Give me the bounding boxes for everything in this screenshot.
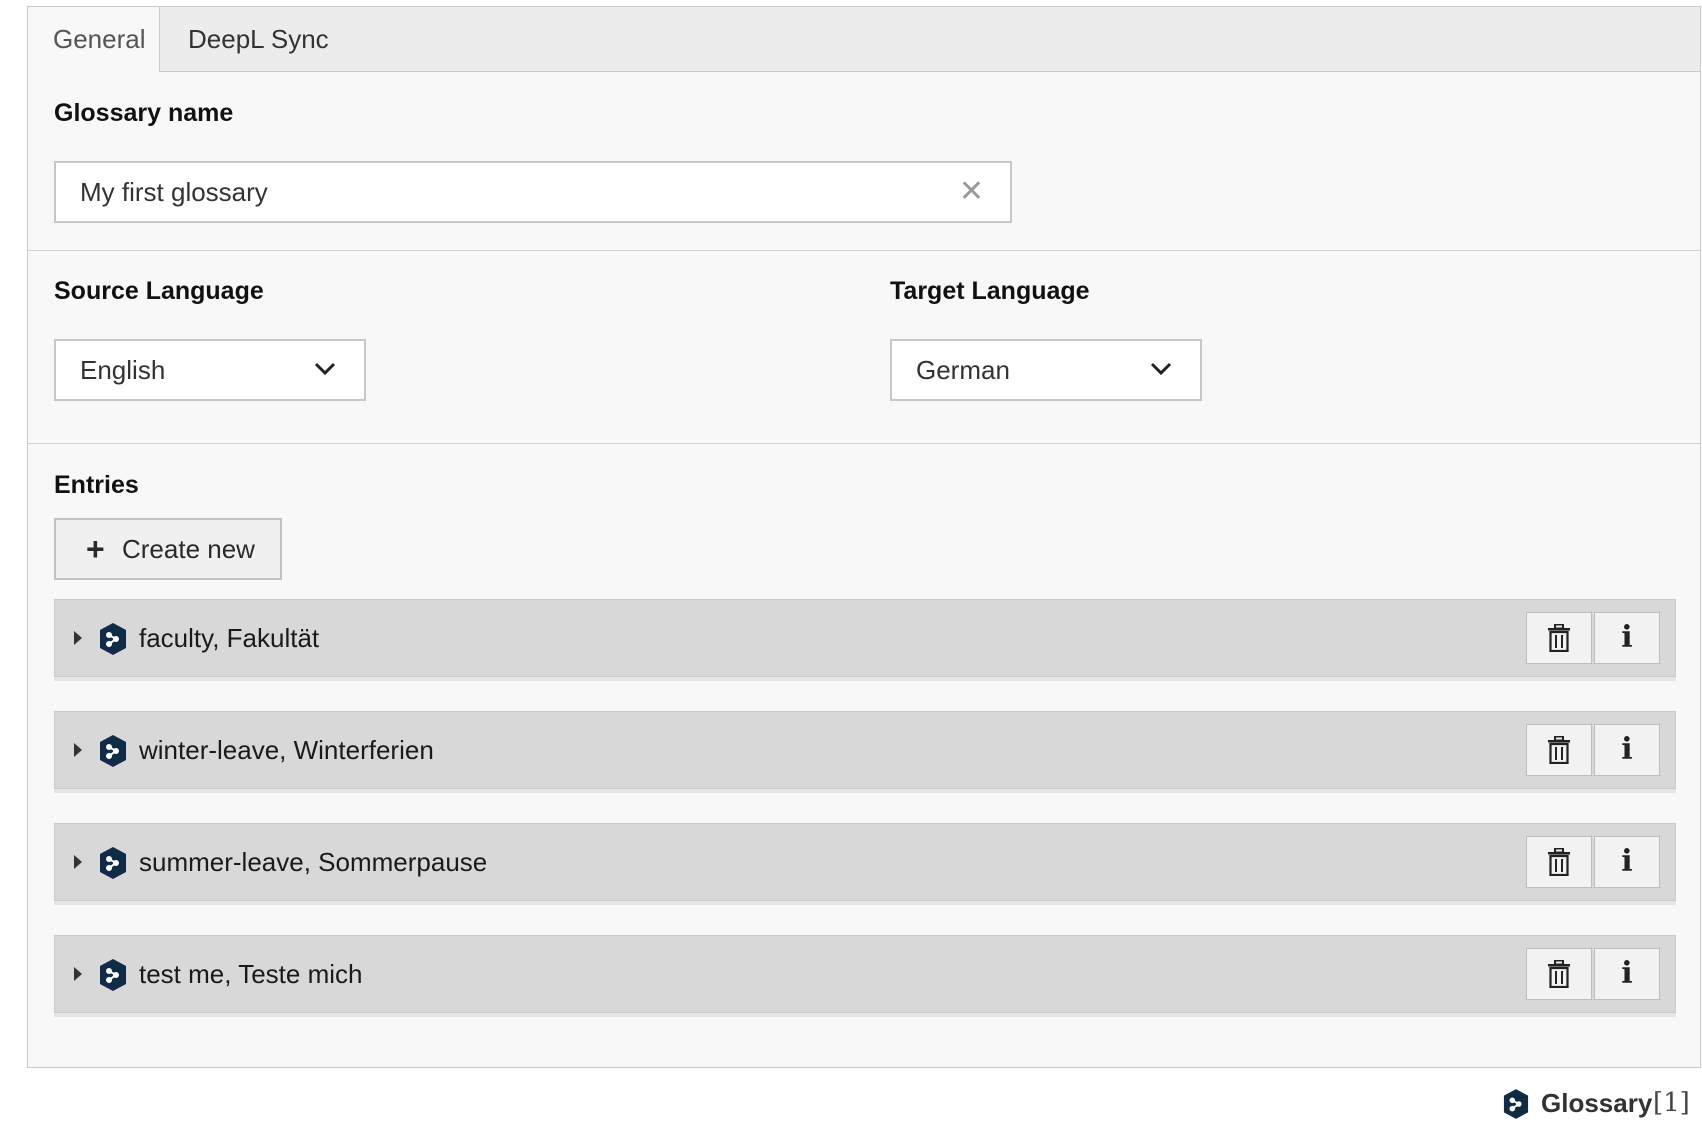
caret-right-icon[interactable] [74,855,82,869]
tab-deepl-sync[interactable]: DeepL Sync [163,7,354,71]
glossary-name-label: Glossary name [54,99,234,127]
target-language-select[interactable]: German [890,339,1202,401]
info-icon: i [1621,620,1633,655]
deepl-logo-icon [100,623,126,655]
source-language-value: English [80,355,166,385]
info-button[interactable]: i [1594,612,1660,664]
plus-icon: + [86,531,105,567]
info-button[interactable]: i [1594,724,1660,776]
record-footer: Glossary [1] [1503,1085,1698,1121]
section-divider [28,250,1700,251]
glossary-name-input[interactable]: My first glossary ✕ [54,161,1012,223]
delete-button[interactable] [1526,612,1592,664]
record-uid: [1] [1653,1088,1690,1118]
entries-label: Entries [54,471,139,499]
create-new-button[interactable]: + Create new [54,518,282,580]
glossary-form-panel: General DeepL Sync Glossary name My firs… [27,6,1701,1068]
trash-icon [1548,960,1570,988]
entry-row: faculty, Fakultät i [54,599,1676,677]
entry-row: winter-leave, Winterferien i [54,711,1676,789]
deepl-logo-icon [100,847,126,879]
info-icon: i [1621,956,1633,991]
record-type-label: Glossary [1541,1088,1653,1118]
delete-button[interactable] [1526,836,1592,888]
tab-general[interactable]: General [28,7,160,72]
glossary-name-value[interactable]: My first glossary [80,177,268,207]
tab-bar: General DeepL Sync [28,7,1700,72]
trash-icon [1548,848,1570,876]
caret-right-icon[interactable] [74,743,82,757]
delete-button[interactable] [1526,724,1592,776]
trash-icon [1548,736,1570,764]
chevron-down-icon [1150,362,1172,376]
info-icon: i [1621,844,1633,879]
create-new-label: Create new [122,534,255,564]
info-button[interactable]: i [1594,948,1660,1000]
entry-title[interactable]: faculty, Fakultät [139,600,319,676]
target-language-label: Target Language [890,277,1090,305]
chevron-down-icon [314,362,336,376]
delete-button[interactable] [1526,948,1592,1000]
source-language-select[interactable]: English [54,339,366,401]
deepl-logo-icon [1503,1089,1529,1119]
deepl-logo-icon [100,735,126,767]
deepl-logo-icon [100,959,126,991]
close-icon[interactable]: ✕ [959,163,984,221]
entry-title[interactable]: summer-leave, Sommerpause [139,824,487,900]
entry-title[interactable]: winter-leave, Winterferien [139,712,434,788]
caret-right-icon[interactable] [74,631,82,645]
caret-right-icon[interactable] [74,967,82,981]
source-language-label: Source Language [54,277,264,305]
entry-row: test me, Teste mich i [54,935,1676,1013]
entry-title[interactable]: test me, Teste mich [139,936,363,1012]
entry-row: summer-leave, Sommerpause i [54,823,1676,901]
info-button[interactable]: i [1594,836,1660,888]
info-icon: i [1621,732,1633,767]
section-divider [28,443,1700,444]
target-language-value: German [916,355,1010,385]
trash-icon [1548,624,1570,652]
